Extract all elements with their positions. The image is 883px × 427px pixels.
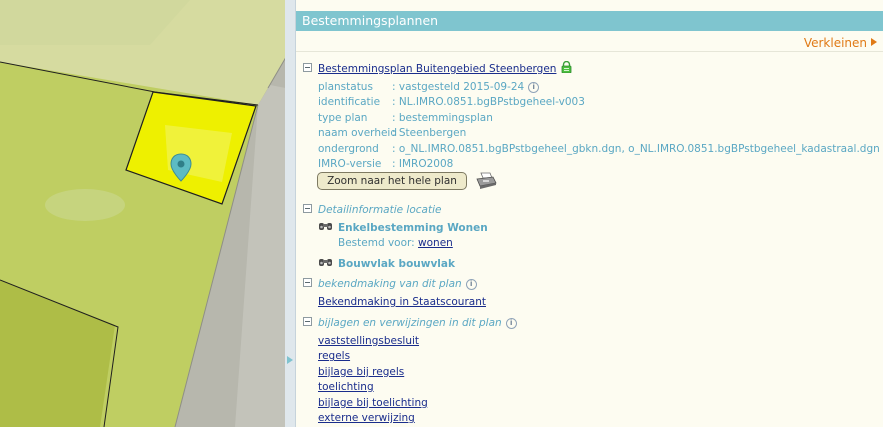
- plan-properties: planstatus: vastgesteld 2015-09-24 i iden…: [318, 80, 880, 172]
- triangle-right-icon: [871, 38, 877, 46]
- zoom-to-plan-button[interactable]: Zoom naar het hele plan: [317, 172, 467, 190]
- bekendmaking-link-row: Bekendmaking in Staatscourant: [318, 296, 486, 308]
- bijlage-link[interactable]: externe verwijzing: [318, 412, 415, 424]
- property-row: planstatus: vastgesteld 2015-09-24 i: [318, 80, 880, 95]
- bijlage-link[interactable]: regels: [318, 350, 350, 362]
- info-icon[interactable]: i: [505, 318, 517, 329]
- printer-icon[interactable]: [475, 172, 497, 190]
- property-row: IMRO-versie: IMRO2008: [318, 158, 454, 171]
- bijlage-link[interactable]: bijlage bij regels: [318, 366, 404, 378]
- map-canvas[interactable]: [0, 0, 296, 427]
- minus-box-icon[interactable]: [303, 63, 312, 72]
- property-row: identificatie: NL.IMRO.0851.bgBPstbgehee…: [318, 96, 585, 109]
- detail-section-header: Detailinformatie locatie: [303, 204, 441, 216]
- bekendmaking-link[interactable]: Bekendmaking in Staatscourant: [318, 296, 486, 308]
- info-icon[interactable]: i: [465, 279, 477, 290]
- expand-arrow-icon[interactable]: [287, 356, 293, 364]
- lock-icon: [561, 60, 572, 74]
- bijlage-link[interactable]: bijlage bij toelichting: [318, 397, 428, 409]
- plan-section-header: Bestemmingsplan Buitengebied Steenbergen: [303, 60, 572, 75]
- panel-divider: [296, 51, 883, 52]
- panel-title: Bestemmingsplannen: [296, 11, 883, 31]
- minus-box-icon[interactable]: [303, 278, 312, 287]
- detail-item-sub: Bestemd voor: wonen: [338, 237, 453, 249]
- bijlagen-title: bijlagen en verwijzingen in dit plan: [318, 317, 502, 329]
- bijlage-link[interactable]: toelichting: [318, 381, 374, 393]
- bekendmaking-section-header: bekendmaking van dit plan i: [303, 278, 477, 290]
- bekendmaking-title: bekendmaking van dit plan: [318, 278, 462, 290]
- property-row: naam overheid: Steenbergen: [318, 127, 467, 140]
- bijlage-link[interactable]: vaststellingsbesluit: [318, 335, 419, 347]
- panel-splitter[interactable]: [285, 0, 296, 427]
- binoculars-icon: [318, 221, 334, 231]
- minus-box-icon[interactable]: [303, 317, 312, 326]
- map-view[interactable]: [0, 0, 296, 427]
- info-panel: Bestemmingsplannen Verkleinen Bestemming…: [296, 0, 883, 427]
- plan-name-link[interactable]: Bestemmingsplan Buitengebied Steenbergen: [318, 63, 556, 75]
- detail-item[interactable]: Enkelbestemming Wonen: [318, 221, 488, 234]
- info-icon[interactable]: i: [528, 82, 540, 93]
- collapse-button[interactable]: Verkleinen: [804, 36, 877, 50]
- binoculars-icon: [318, 257, 334, 267]
- property-row: type plan: bestemmingsplan: [318, 111, 493, 124]
- detail-item-name: Enkelbestemming Wonen: [338, 222, 488, 234]
- panel-top-strip: [296, 0, 883, 11]
- detail-section-title: Detailinformatie locatie: [318, 204, 442, 216]
- collapse-label: Verkleinen: [803, 36, 867, 50]
- detail-sub-label: Bestemd voor:: [338, 237, 415, 249]
- detail-item[interactable]: Bouwvlak bouwvlak: [318, 257, 455, 270]
- property-row: ondergrond: o_NL.IMRO.0851.bgBPstbgeheel…: [318, 142, 880, 155]
- detail-item-name: Bouwvlak bouwvlak: [338, 258, 455, 270]
- bijlagen-links: vaststellingsbesluit regels bijlage bij …: [318, 334, 428, 426]
- detail-sub-link[interactable]: wonen: [418, 237, 453, 249]
- minus-box-icon[interactable]: [303, 204, 312, 213]
- bijlagen-section-header: bijlagen en verwijzingen in dit plan i: [303, 317, 517, 329]
